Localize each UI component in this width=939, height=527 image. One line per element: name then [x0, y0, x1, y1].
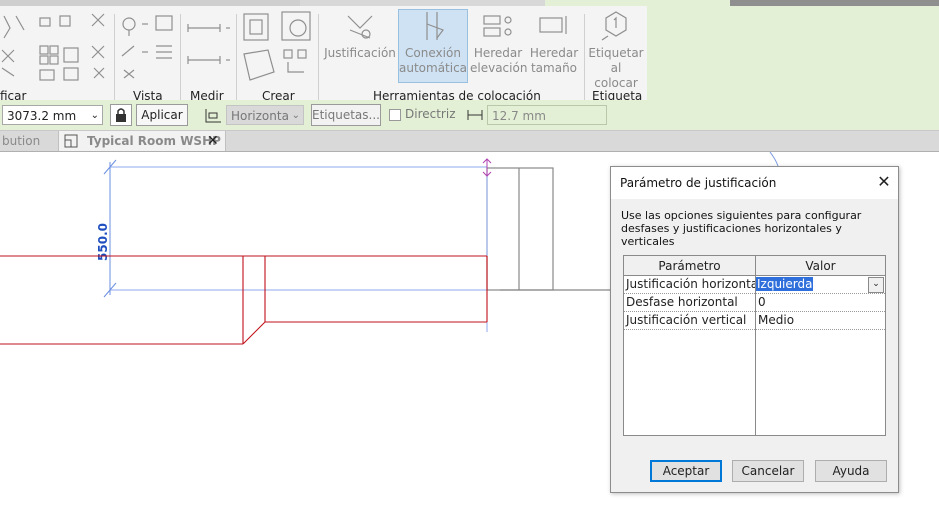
- inherit-elevation-label-line1: Heredar: [473, 46, 523, 60]
- parameter-table: Parámetro Valor Justificación horizontal…: [623, 255, 886, 436]
- view-tools-icons[interactable]: [118, 12, 180, 82]
- inherit-size-label-line2: tamaño: [530, 61, 578, 75]
- document-tab-title: Typical Room WSHP: [87, 134, 221, 148]
- chevron-down-icon[interactable]: ⌄: [868, 277, 884, 293]
- selected-value: Izquierda: [756, 277, 814, 291]
- inherit-elevation-button[interactable]: Heredar elevación: [470, 10, 528, 82]
- dimension-label[interactable]: 550.0: [96, 223, 110, 261]
- lock-icon: [116, 108, 126, 122]
- document-tab[interactable]: bution: [0, 131, 57, 151]
- panel-divider: [318, 14, 319, 102]
- close-icon[interactable]: ✕: [874, 172, 894, 192]
- dialog-description: Use las opciones siguientes para configu…: [621, 209, 862, 248]
- justification-dialog: Parámetro de justificación ✕ Use las opc…: [610, 166, 899, 493]
- auto-connect-label-line1: Conexión: [405, 46, 461, 60]
- column-header-parameter: Parámetro: [624, 256, 756, 276]
- modify-tools-icons[interactable]: [0, 10, 112, 82]
- auto-connect-button[interactable]: Conexión automática: [398, 9, 468, 83]
- leader-label: Directriz: [405, 107, 456, 121]
- document-tab-active[interactable]: Typical Room WSHP ✕: [58, 131, 226, 151]
- cancel-button[interactable]: Cancelar: [732, 460, 804, 482]
- table-row-value[interactable]: 0: [756, 294, 885, 312]
- justification-label: Justificación: [324, 46, 396, 60]
- measure-icon[interactable]: [184, 16, 234, 76]
- document-tab-bar: bution Typical Room WSHP ✕: [0, 131, 939, 152]
- panel-divider: [180, 14, 181, 102]
- table-row-param[interactable]: Desfase horizontal: [624, 294, 755, 312]
- panel-divider: [584, 14, 585, 102]
- orientation-value: Horizonta: [231, 109, 289, 123]
- tag-on-placement-label-line2: al colocar: [594, 61, 638, 90]
- inherit-size-icon: [539, 16, 567, 34]
- chevron-down-icon: ⌄: [291, 110, 300, 121]
- ribbon-contextual-background: [647, 6, 939, 100]
- column-header-value: Valor: [756, 256, 885, 276]
- create-tools-icons[interactable]: [240, 10, 316, 84]
- justification-icon: [347, 15, 373, 39]
- dialog-title: Parámetro de justificación: [620, 176, 777, 190]
- selected-duct-outline[interactable]: [110, 160, 488, 332]
- leader-length-icon: [467, 110, 483, 120]
- red-duct[interactable]: [0, 255, 488, 345]
- tag-icon: [601, 11, 627, 41]
- lock-button[interactable]: [110, 104, 132, 126]
- orientation-icon: [205, 109, 221, 123]
- ok-button[interactable]: Aceptar: [650, 460, 722, 482]
- inherit-size-button[interactable]: Heredar tamaño: [528, 10, 580, 82]
- apply-button[interactable]: Aplicar: [136, 104, 188, 126]
- leader-length-field[interactable]: 12.7 mm: [487, 105, 607, 125]
- panel-divider: [236, 14, 237, 102]
- panel-divider: [114, 14, 115, 102]
- duct-fitting[interactable]: [486, 167, 610, 291]
- tags-button[interactable]: Etiquetas...: [311, 104, 381, 126]
- inherit-elevation-icon: [483, 15, 512, 37]
- leader-checkbox[interactable]: [389, 109, 401, 121]
- help-button[interactable]: Ayuda: [815, 460, 887, 482]
- options-bar: 3073.2 mm ⌄ Aplicar Horizonta ⌄ Etiqueta…: [0, 100, 939, 131]
- offset-dropdown[interactable]: 3073.2 mm ⌄: [2, 105, 103, 125]
- table-row-param[interactable]: Justificación vertical: [624, 312, 755, 330]
- inherit-elevation-label-line2: elevación: [470, 61, 528, 75]
- auto-connect-label-line2: automática: [399, 61, 468, 75]
- reference-arc: [769, 152, 779, 167]
- close-icon[interactable]: ✕: [207, 131, 219, 151]
- floor-plan-icon: [64, 134, 78, 148]
- auto-connect-icon: [426, 12, 444, 40]
- offset-value: 3073.2 mm: [7, 109, 77, 123]
- tag-on-placement-button[interactable]: Etiquetar al colocar: [588, 10, 644, 90]
- table-row-value[interactable]: Medio: [756, 312, 885, 330]
- tag-on-placement-label-line1: Etiquetar: [588, 46, 644, 60]
- orientation-dropdown[interactable]: Horizonta ⌄: [226, 105, 304, 125]
- justification-button[interactable]: Justificación: [324, 10, 396, 70]
- horizontal-justification-select[interactable]: Izquierda ⌄: [756, 276, 885, 294]
- table-row-param[interactable]: Justificación horizontal: [624, 276, 755, 294]
- chevron-down-icon: ⌄: [90, 110, 99, 121]
- inherit-size-label-line1: Heredar: [529, 46, 579, 60]
